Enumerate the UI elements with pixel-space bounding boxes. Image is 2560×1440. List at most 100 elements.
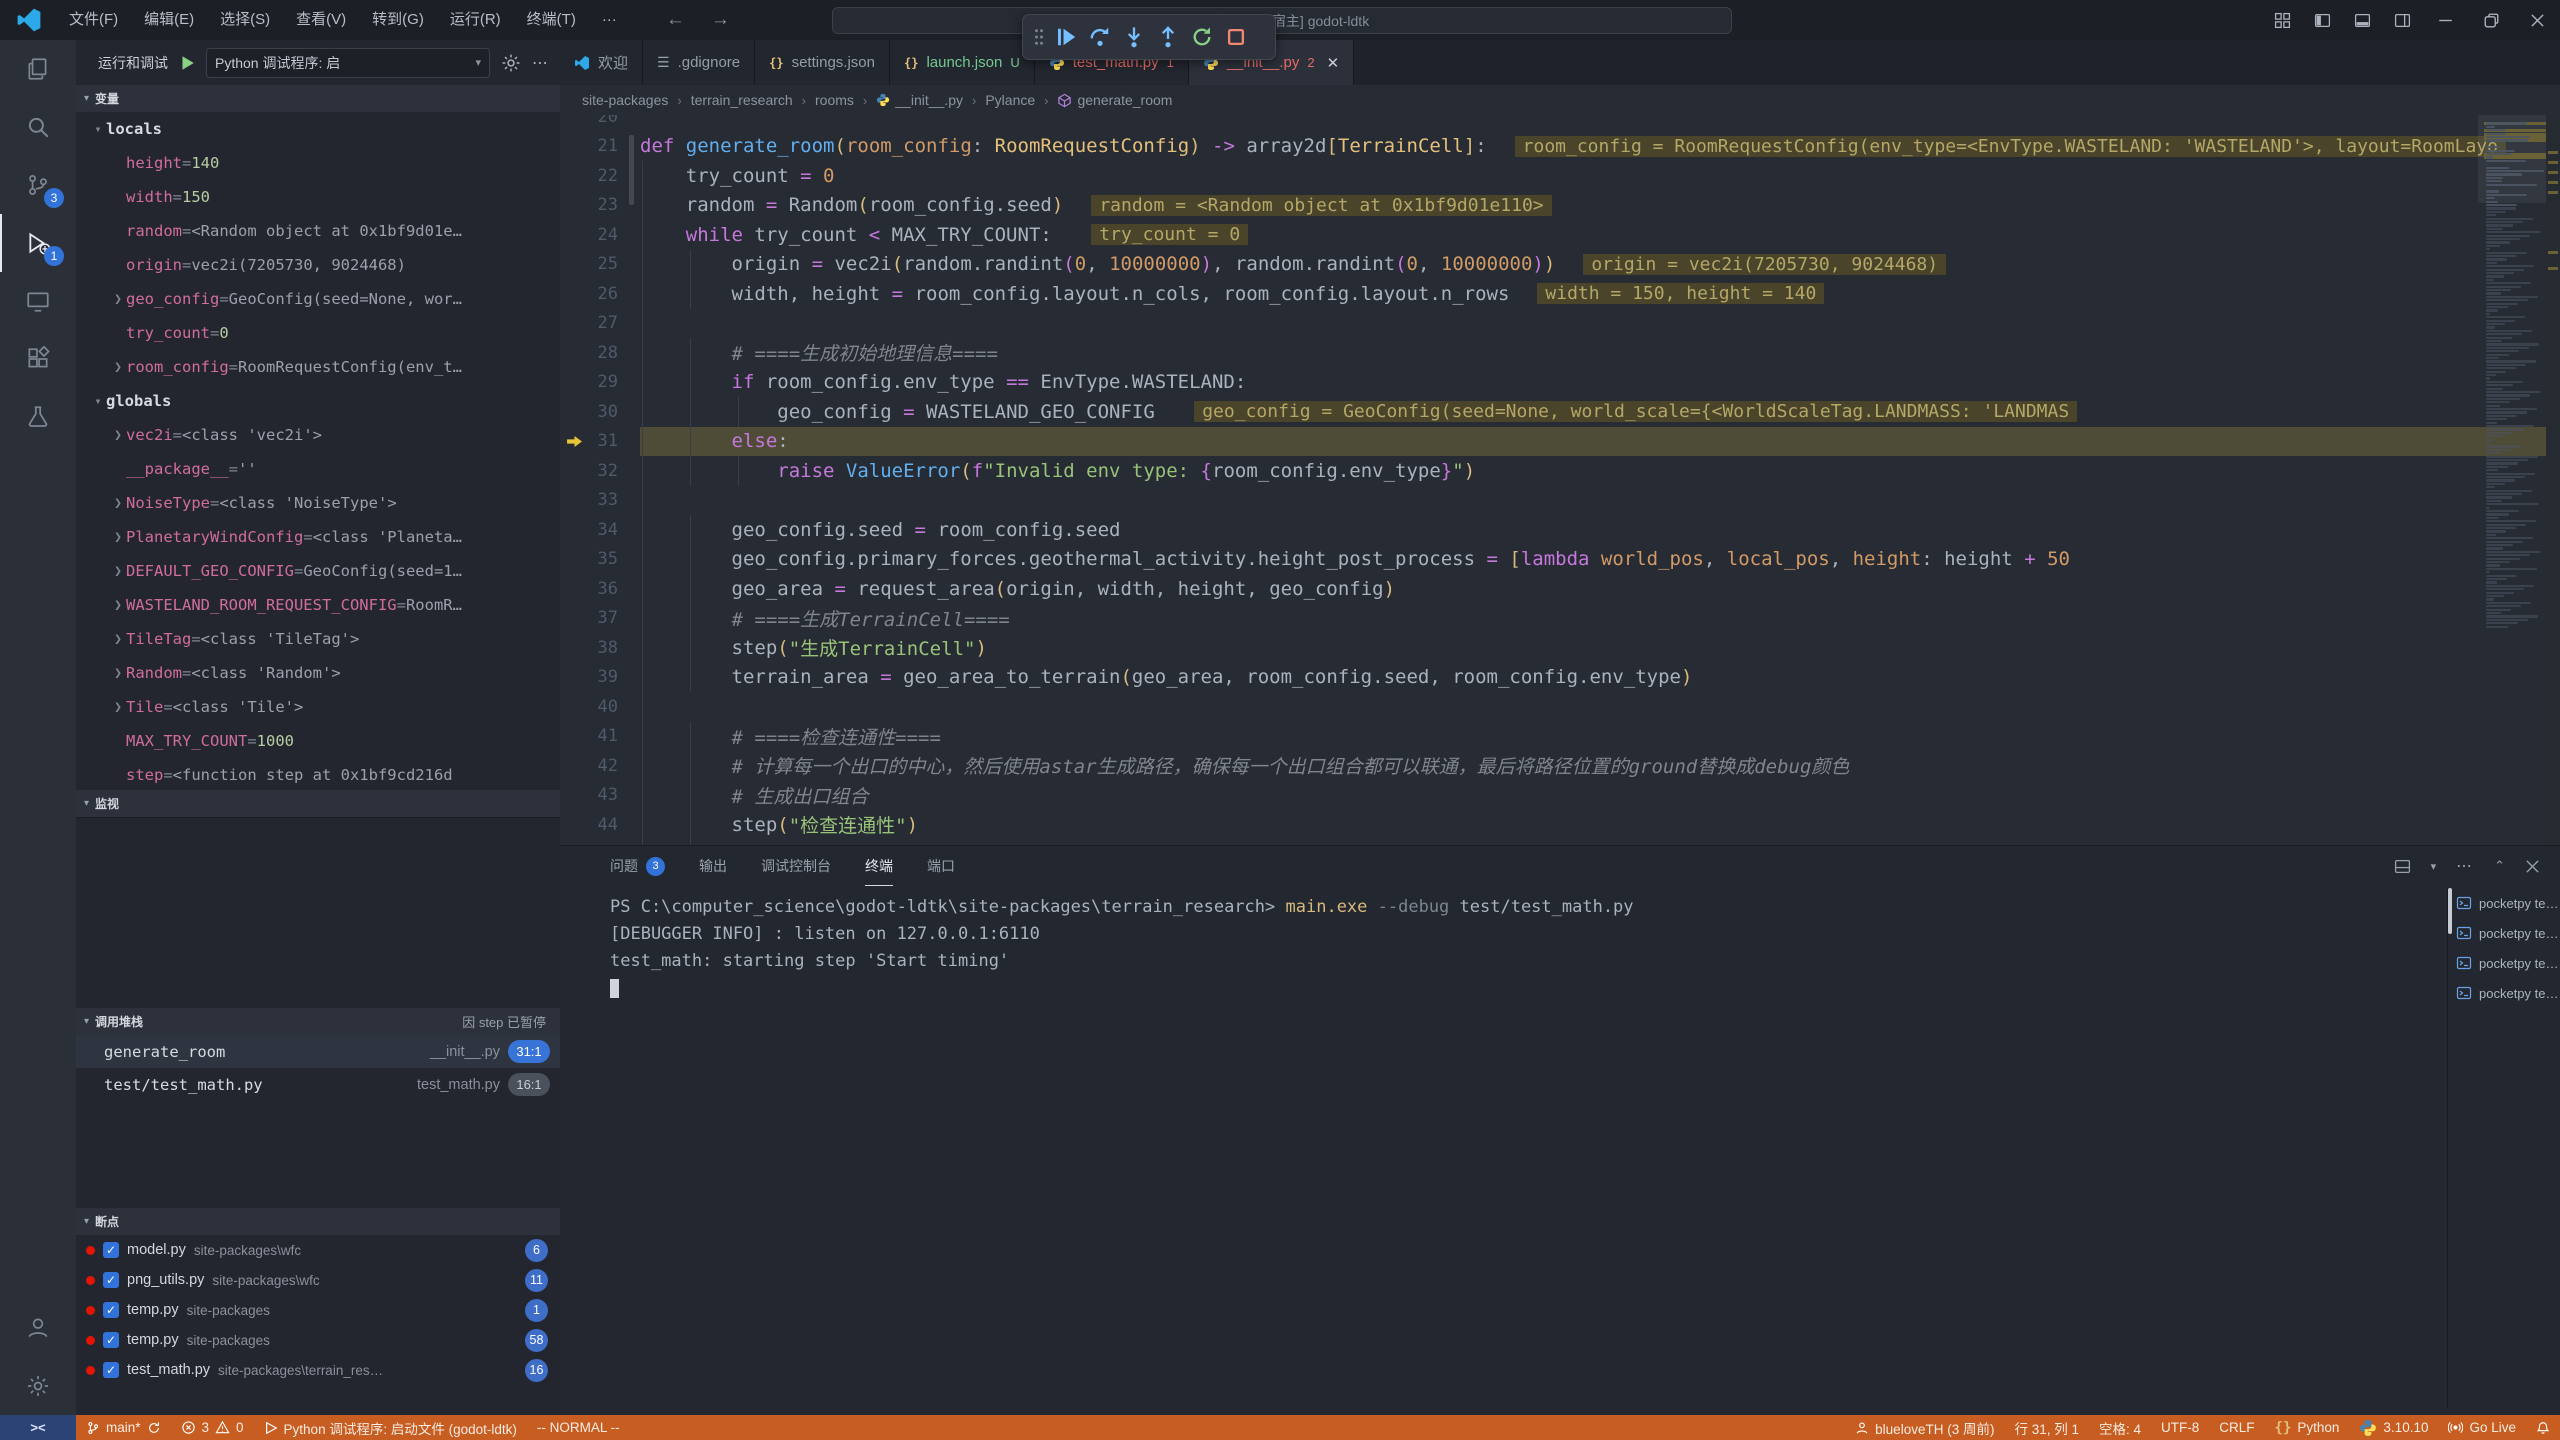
statusbar-notifications[interactable] [2526,1415,2560,1440]
layout-panel-bottom-icon[interactable] [2342,0,2382,40]
window-restore-icon[interactable] [2468,0,2514,40]
activity-search[interactable] [0,98,76,156]
breakpoint-row[interactable]: ✓temp.pysite-packages1 [76,1295,560,1325]
menu-item-2[interactable]: 选择(S) [207,0,283,40]
statusbar-git-author[interactable]: blueloveTH (3 周前) [1845,1415,2004,1440]
terminal-output[interactable]: PS C:\computer_science\godot-ldtk\site-p… [610,894,2440,1002]
variable-row[interactable]: ❯NoiseType = <class 'NoiseType'> [76,486,560,520]
variables-scope-row[interactable]: ▾locals [76,112,560,146]
activity-beaker[interactable] [0,388,76,446]
menu-item-3[interactable]: 查看(V) [283,0,359,40]
close-icon[interactable] [2525,859,2540,874]
variable-row[interactable]: ❯DEFAULT_GEO_CONFIG = GeoConfig(seed=1… [76,554,560,588]
layout-sidebar-left-icon[interactable] [2302,0,2342,40]
callstack-section-header[interactable]: ▾ 调用堆栈 因 step 已暂停 [76,1008,560,1035]
panel-tab-终端[interactable]: 终端 [865,846,893,886]
variable-row[interactable]: ❯TileTag = <class 'TileTag'> [76,622,560,656]
minimap[interactable] [2484,115,2546,845]
menu-item-4[interactable]: 转到(G) [359,0,437,40]
activity-account[interactable] [0,1299,76,1357]
menu-item-0[interactable]: 文件(F) [56,0,131,40]
chevron-down-icon[interactable]: ▾ [2431,860,2437,873]
variable-row[interactable]: ❯PlanetaryWindConfig = <class 'Planeta… [76,520,560,554]
more-actions-icon[interactable]: ⋯ [532,53,550,73]
panel-tab-端口[interactable]: 端口 [927,846,955,886]
breadcrumb-item[interactable]: terrain_research [691,92,793,108]
panel-tab-输出[interactable]: 输出 [699,846,727,886]
menu-item-5[interactable]: 运行(R) [437,0,514,40]
statusbar-indentation[interactable]: 空格: 4 [2089,1415,2151,1440]
breakpoint-row[interactable]: ✓temp.pysite-packages58 [76,1325,560,1355]
breakpoint-row[interactable]: ✓png_utils.pysite-packages\wfc11 [76,1265,560,1295]
window-minimize-icon[interactable] [2422,0,2468,40]
step-out-icon[interactable] [1151,20,1185,54]
statusbar-cursor-position[interactable]: 行 31, 列 1 [2004,1415,2089,1440]
command-center-search[interactable]: ⚲ [扩展开发宿主] godot-ldtk [832,7,1732,34]
layout-sidebar-right-icon[interactable] [2382,0,2422,40]
terminal-instance[interactable]: pocketpy te… [2456,888,2560,918]
callstack-frame[interactable]: test/test_math.pytest_math.py16:1 [76,1068,560,1101]
variable-row[interactable]: origin = vec2i(7205730, 9024468) [76,248,560,282]
variable-row[interactable]: try_count = 0 [76,316,560,350]
nav-forward-icon[interactable]: → [711,9,730,31]
statusbar-go-live[interactable]: Go Live [2438,1415,2526,1440]
breadcrumb-item[interactable]: Pylance [985,92,1035,108]
sidebar-scrollbar[interactable] [629,135,634,205]
variable-row[interactable]: MAX_TRY_COUNT = 1000 [76,724,560,758]
statusbar-vim-mode[interactable]: -- NORMAL -- [527,1415,630,1440]
variable-row[interactable]: height = 140 [76,146,560,180]
statusbar-remote[interactable]: >< [0,1415,76,1440]
tab-close-icon[interactable]: ✕ [1327,54,1340,72]
statusbar-problems[interactable]: 30 [171,1415,254,1440]
statusbar-python-version[interactable]: 3.10.10 [2349,1415,2438,1440]
statusbar-eol[interactable]: CRLF [2209,1415,2264,1440]
terminal-instance[interactable]: pocketpy te… [2456,948,2560,978]
nav-back-icon[interactable]: ← [666,9,685,31]
tab-launch.json[interactable]: {}launch.jsonU [890,40,1035,85]
tab-settings.json[interactable]: {}settings.json [755,40,890,85]
terminal-instance[interactable]: pocketpy te… [2456,918,2560,948]
panel-layout-icon[interactable] [2394,858,2411,875]
watch-section-header[interactable]: ▾ 监视 [76,790,560,817]
step-into-icon[interactable] [1117,20,1151,54]
variable-row[interactable]: ❯Random = <class 'Random'> [76,656,560,690]
start-debug-icon[interactable] [178,54,196,72]
variable-row[interactable]: width = 150 [76,180,560,214]
continue-icon[interactable] [1049,20,1083,54]
activity-files[interactable] [0,40,76,98]
tab-欢迎[interactable]: 欢迎 [560,40,643,85]
callstack-frame[interactable]: generate_room__init__.py31:1 [76,1035,560,1068]
statusbar-encoding[interactable]: UTF-8 [2151,1415,2209,1440]
menu-item-1[interactable]: 编辑(E) [131,0,207,40]
variable-row[interactable]: ❯WASTELAND_ROOM_REQUEST_CONFIG = RoomR… [76,588,560,622]
breakpoint-checkbox[interactable]: ✓ [103,1242,119,1258]
layout-grid-icon[interactable] [2262,0,2302,40]
menu-item-6[interactable]: 终端(T) [514,0,589,40]
activity-remote-window[interactable] [0,272,76,330]
statusbar-language-mode[interactable]: {}Python [2265,1415,2350,1440]
variables-section-header[interactable]: ▾ 变量 [76,85,560,112]
variable-row[interactable]: ❯geo_config = GeoConfig(seed=None, wor… [76,282,560,316]
variable-row[interactable]: step = <function step at 0x1bf9cd216d [76,758,560,790]
stop-icon[interactable] [1219,20,1253,54]
variable-row[interactable]: ❯vec2i = <class 'vec2i'> [76,418,560,452]
breakpoint-checkbox[interactable]: ✓ [103,1272,119,1288]
code-editor[interactable]: 2021def generate_room(room_config: RoomR… [560,115,2560,845]
panel-tab-问题[interactable]: 问题3 [610,846,665,886]
breadcrumb-item[interactable]: generate_room [1057,92,1172,108]
breakpoint-row[interactable]: ✓model.pysite-packages\wfc6 [76,1235,560,1265]
breadcrumb[interactable]: site-packages›terrain_research›rooms›__i… [560,85,2560,115]
breadcrumb-item[interactable]: __init__.py [876,92,963,108]
window-close-icon[interactable] [2514,0,2560,40]
debug-settings-gear-icon[interactable] [500,52,522,74]
menu-item-7[interactable]: ··· [589,0,630,40]
debug-config-dropdown[interactable]: Python 调试程序: 启 ▾ [206,48,490,78]
chevron-up-icon[interactable]: ⌃ [2494,858,2505,874]
activity-extensions[interactable] [0,330,76,388]
activity-debug[interactable]: 1 [0,214,76,272]
breadcrumb-item[interactable]: site-packages [582,92,668,108]
breakpoints-section-header[interactable]: ▾ 断点 [76,1208,560,1235]
variable-row[interactable]: random = <Random object at 0x1bf9d01e… [76,214,560,248]
breakpoint-checkbox[interactable]: ✓ [103,1362,119,1378]
ellipsis-icon[interactable]: ⋯ [2456,856,2474,876]
